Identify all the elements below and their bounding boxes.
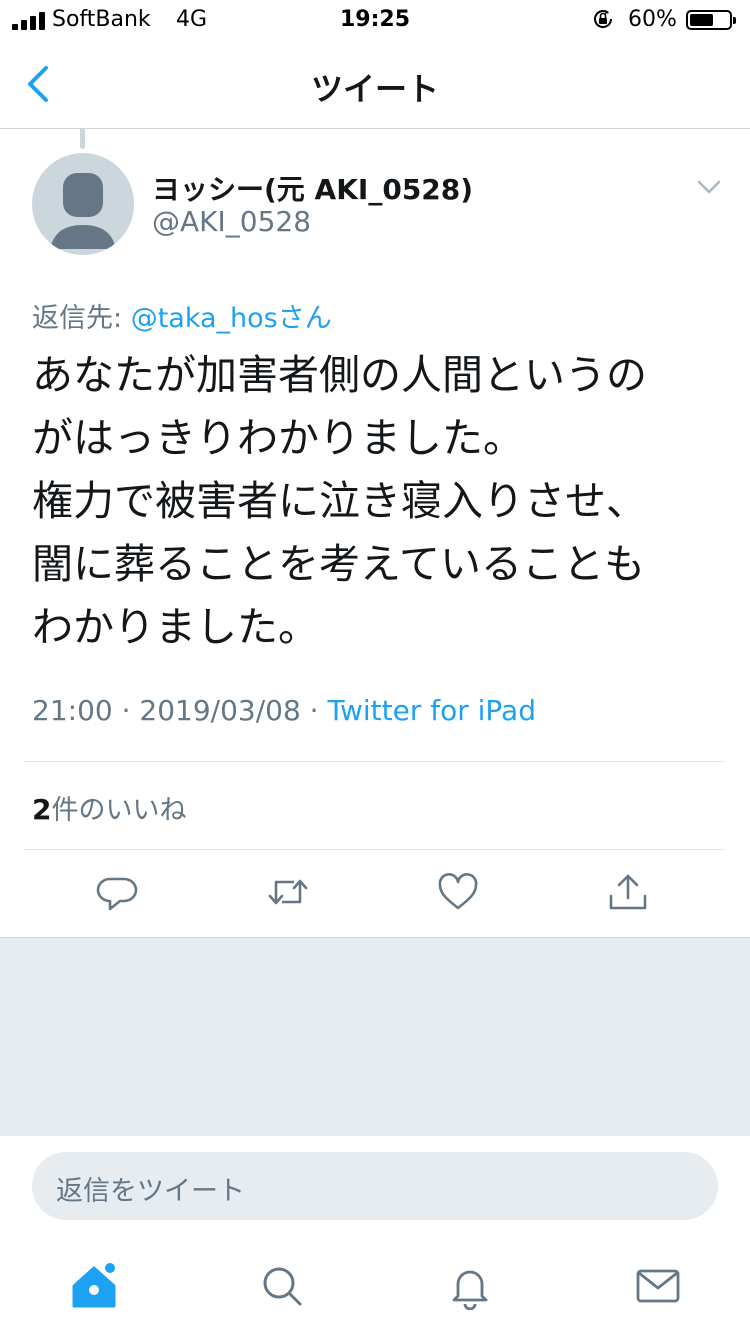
status-bar: SoftBank 4G 19:25 60%	[0, 0, 750, 40]
bell-icon	[452, 1270, 488, 1310]
tweet-timestamp: 21:00 · 2019/03/08 ·	[32, 694, 328, 727]
reply-button[interactable]	[96, 870, 140, 914]
tweet-text: あなたが加害者側の人間というの がはっきりわかりました。 権力で被害者に泣き寝入…	[32, 351, 647, 651]
reply-input[interactable]: 返信をツイート	[32, 1152, 718, 1220]
share-icon	[609, 874, 647, 910]
tweet-menu-button[interactable]	[696, 176, 722, 198]
thread-connector	[80, 129, 85, 149]
home-icon	[72, 1262, 117, 1308]
default-avatar-icon	[50, 173, 116, 249]
chevron-down-icon	[697, 180, 721, 194]
like-button[interactable]	[436, 870, 480, 914]
replies-area	[0, 937, 750, 1136]
reply-prefix: 返信先:	[32, 303, 131, 334]
orientation-lock-icon	[592, 8, 614, 30]
page-title: ツイート	[310, 70, 439, 108]
likes-number: 2	[32, 793, 52, 826]
user-handle[interactable]: @AKI_0528	[152, 205, 311, 238]
search-icon	[263, 1267, 302, 1306]
reply-input-placeholder: 返信をツイート	[56, 1176, 245, 1207]
tweet-meta: 21:00 · 2019/03/08 · Twitter for iPad	[32, 694, 536, 727]
retweet-button[interactable]	[266, 870, 310, 914]
tab-home[interactable]	[70, 1262, 118, 1310]
likes-label: 件のいいね	[51, 795, 187, 826]
divider	[24, 849, 725, 850]
avatar[interactable]	[32, 153, 134, 255]
retweet-icon	[268, 879, 308, 905]
navigation-bar: ツイート	[0, 40, 750, 129]
tab-search[interactable]	[258, 1262, 306, 1310]
tweet-source-link[interactable]: Twitter for iPad	[327, 694, 535, 727]
display-name[interactable]: ヨッシー(元 AKI_0528)	[152, 168, 473, 208]
reply-icon	[96, 877, 138, 911]
envelope-icon	[636, 1269, 680, 1303]
share-button[interactable]	[606, 870, 650, 914]
tab-notifications[interactable]	[446, 1262, 494, 1310]
likes-count[interactable]: 2件のいいね	[32, 788, 186, 827]
reply-mention-link[interactable]: @taka_hosさん	[131, 303, 332, 334]
battery-percentage: 60%	[628, 7, 677, 32]
tab-messages[interactable]	[634, 1262, 682, 1310]
heart-icon	[438, 873, 478, 910]
battery-level	[690, 14, 713, 26]
divider	[24, 761, 725, 762]
battery-icon	[686, 10, 736, 30]
reply-to-line: 返信先: @taka_hosさん	[32, 296, 332, 335]
